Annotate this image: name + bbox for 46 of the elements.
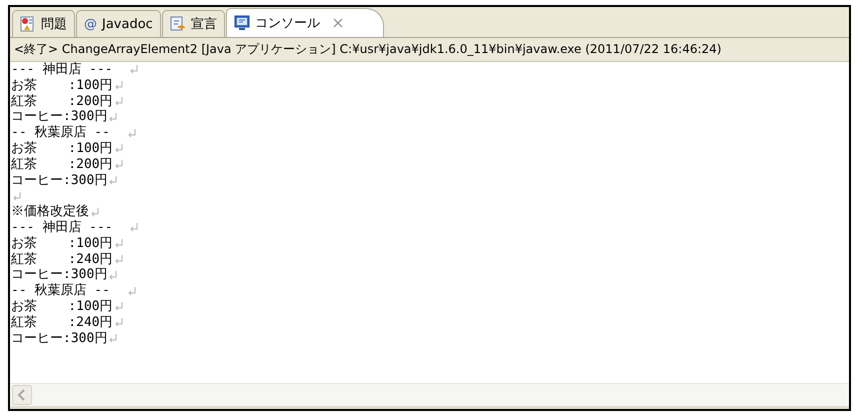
console-line: -- 秋葉原店 -- (11, 283, 111, 299)
line-break-icon (109, 334, 118, 343)
line-break-icon (114, 254, 123, 264)
view-tab[interactable]: @ Javadoc (76, 10, 161, 37)
line-break-icon (13, 192, 21, 201)
close-icon[interactable] (332, 18, 343, 28)
line-break-icon (109, 270, 118, 280)
console-line: --- 神田店 --- (11, 62, 114, 78)
console-line: --- 神田店 --- (11, 220, 114, 236)
document-arrow-icon (170, 16, 186, 32)
at-sign-icon: @ (84, 16, 97, 32)
line-break-icon (128, 286, 136, 296)
line-break-icon (114, 160, 123, 170)
warning-list-icon (20, 16, 36, 32)
view-tab[interactable]: 問題 (12, 10, 75, 37)
scroll-left-icon[interactable] (12, 385, 32, 405)
console-line: 紅茶 :200円 (11, 94, 113, 110)
console-line: 紅茶 :240円 (11, 252, 113, 268)
view-tab[interactable]: コンソール (226, 8, 384, 37)
console-line: 紅茶 :240円 (11, 314, 113, 331)
console-line: コーヒー:300円 (11, 172, 108, 188)
line-break-icon (130, 223, 138, 232)
line-break-icon (91, 208, 99, 217)
console-status-text: <終了> ChangeArrayElement2 [Java アプリケーション] C:¥usr¥java¥jdk1.6.0_11¥bin¥javaw.exe (2011/07/22 16:46:24) (10, 38, 849, 62)
console-line: コーヒー:300円 (11, 330, 108, 346)
line-break-icon (114, 144, 123, 154)
line-break-icon (114, 81, 123, 90)
line-break-icon (128, 128, 136, 138)
console-line: お茶 :100円 (11, 78, 113, 94)
line-break-icon (130, 65, 138, 74)
console-line: お茶 :100円 (11, 298, 113, 315)
console-line: コーヒー:300円 (11, 109, 108, 125)
line-break-icon (109, 112, 118, 122)
console-line: お茶 :100円 (11, 236, 113, 252)
console-line: ※価格改定後 (11, 204, 89, 220)
console-line: -- 秋葉原店 -- (11, 125, 111, 141)
monitor-icon (234, 15, 250, 31)
console-line: コーヒー:300円 (11, 267, 108, 283)
line-break-icon (114, 239, 123, 248)
line-break-icon (114, 318, 123, 328)
console-line: お茶 :100円 (11, 140, 113, 157)
line-break-icon (114, 96, 123, 106)
line-break-icon (109, 176, 118, 185)
line-break-icon (114, 302, 123, 312)
view-tab[interactable]: 宣言 (162, 10, 225, 37)
console-line: 紅茶 :200円 (11, 156, 113, 173)
